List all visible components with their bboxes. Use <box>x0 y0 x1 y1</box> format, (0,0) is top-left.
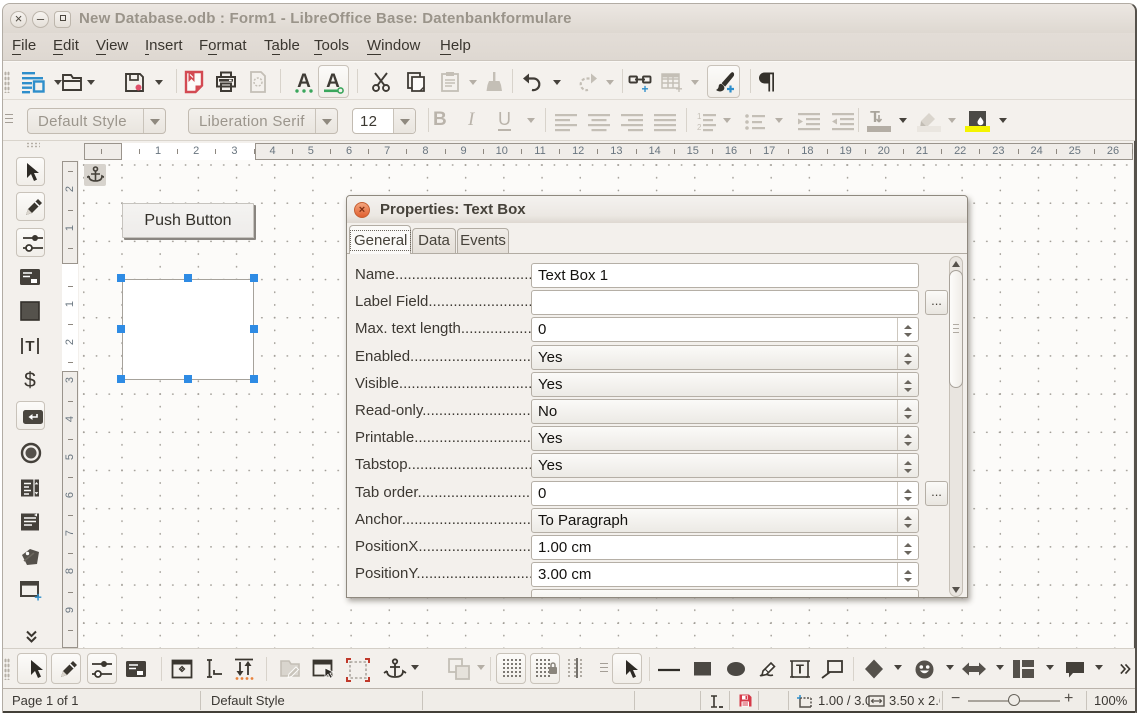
svg-text:+: + <box>34 590 42 603</box>
svg-text:A: A <box>297 71 311 92</box>
svg-text:+: + <box>641 82 648 94</box>
svg-text:1: 1 <box>697 112 702 121</box>
svg-text:T: T <box>25 338 34 355</box>
svg-text:+: + <box>675 82 682 94</box>
svg-text:$: $ <box>24 369 36 392</box>
svg-text:T: T <box>796 662 804 677</box>
svg-text:2: 2 <box>697 123 702 132</box>
